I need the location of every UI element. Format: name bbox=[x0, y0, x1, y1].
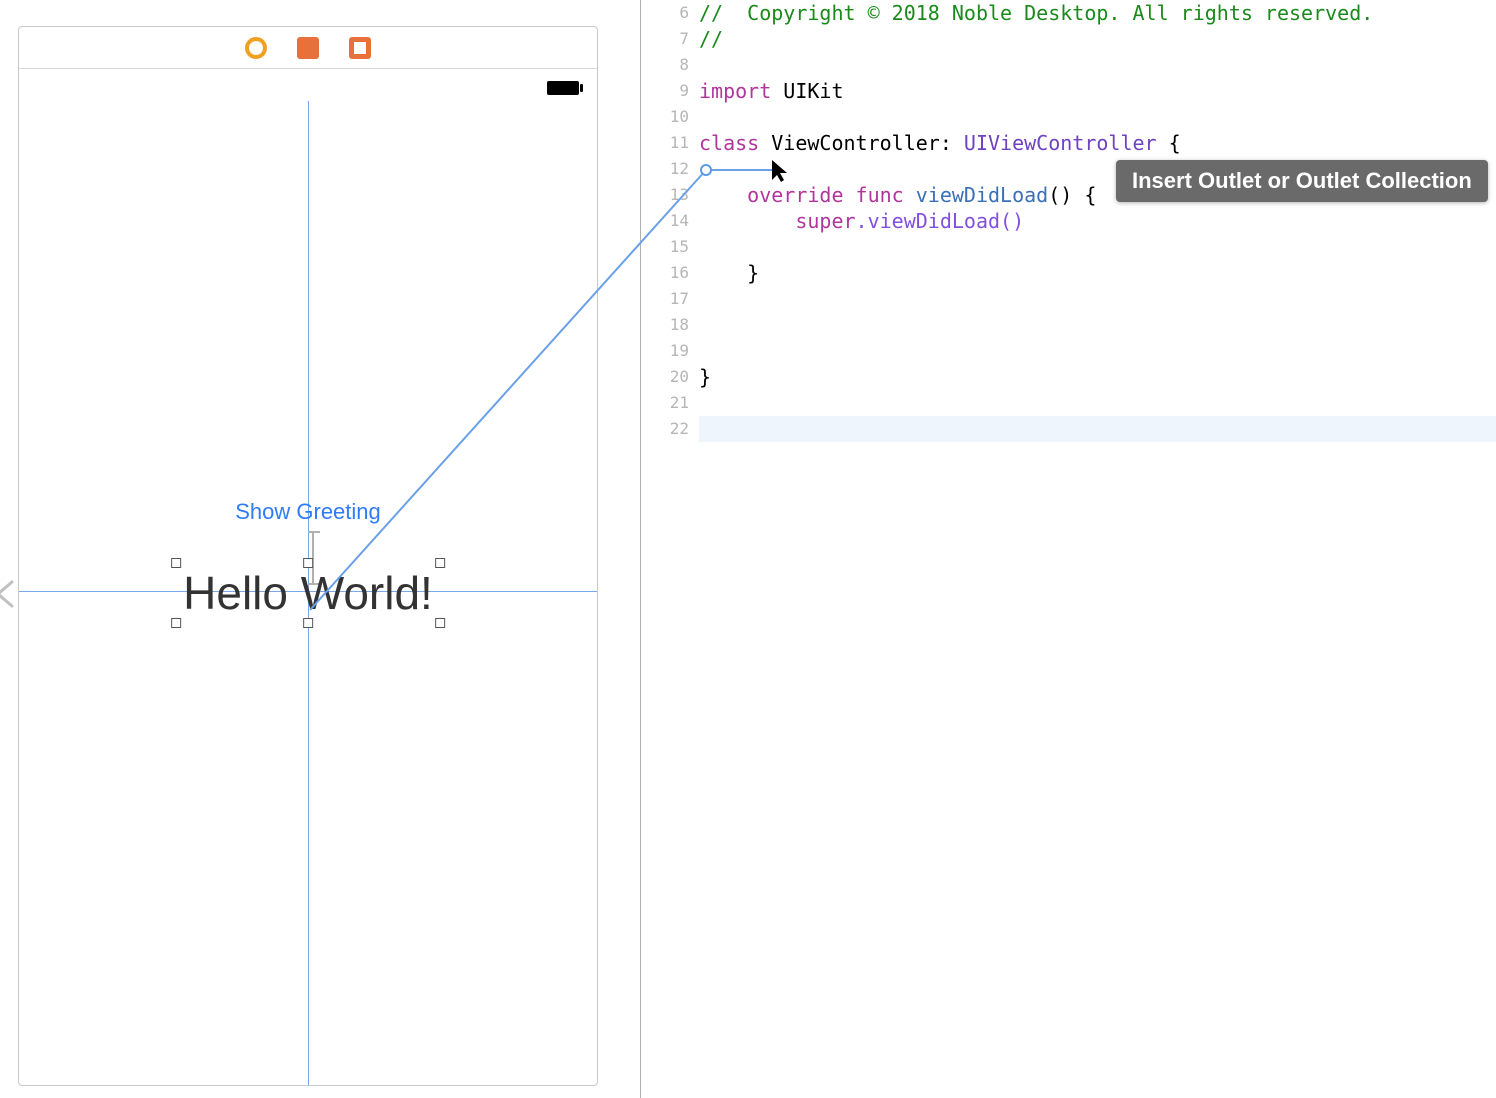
view-controller-icon[interactable] bbox=[243, 35, 269, 61]
line-number: 19 bbox=[641, 338, 699, 364]
code-line[interactable]: override func viewDidLoad() { bbox=[699, 182, 1496, 208]
line-number: 17 bbox=[641, 286, 699, 312]
line-number: 14 bbox=[641, 208, 699, 234]
status-bar bbox=[19, 69, 597, 101]
code-line[interactable] bbox=[699, 156, 1496, 182]
line-number: 20 bbox=[641, 364, 699, 390]
code-line[interactable] bbox=[699, 104, 1496, 130]
line-number: 7 bbox=[641, 26, 699, 52]
code-line[interactable]: class ViewController: UIViewController { bbox=[699, 130, 1496, 156]
line-number: 9 bbox=[641, 78, 699, 104]
code-line[interactable] bbox=[699, 390, 1496, 416]
line-number: 12 bbox=[641, 156, 699, 182]
code-line[interactable]: } bbox=[699, 364, 1496, 390]
line-number: 8 bbox=[641, 52, 699, 78]
code-line[interactable] bbox=[699, 312, 1496, 338]
resize-handle[interactable] bbox=[435, 558, 445, 568]
resize-handle[interactable] bbox=[435, 618, 445, 628]
resize-handle[interactable] bbox=[171, 618, 181, 628]
code-line[interactable] bbox=[699, 234, 1496, 260]
view-controller-scene[interactable]: Show Greeting Hello World! bbox=[18, 26, 598, 1086]
line-number: 6 bbox=[641, 0, 699, 26]
line-number: 15 bbox=[641, 234, 699, 260]
exit-icon[interactable] bbox=[347, 35, 373, 61]
resize-handle[interactable] bbox=[303, 558, 313, 568]
line-number: 10 bbox=[641, 104, 699, 130]
line-number: 22 bbox=[641, 416, 699, 442]
scene-dock[interactable] bbox=[19, 27, 597, 69]
source-editor[interactable]: // Copyright © 2018 Noble Desktop. All r… bbox=[699, 0, 1496, 1098]
assistant-editor[interactable]: 678910111213141516171819202122 // Copyri… bbox=[641, 0, 1496, 1098]
code-line[interactable] bbox=[699, 286, 1496, 312]
line-number: 11 bbox=[641, 130, 699, 156]
entry-point-arrow-icon bbox=[0, 576, 18, 612]
current-line-highlight bbox=[699, 416, 1496, 442]
code-line[interactable]: } bbox=[699, 260, 1496, 286]
show-greeting-button[interactable]: Show Greeting bbox=[235, 499, 381, 525]
line-number: 16 bbox=[641, 260, 699, 286]
code-line[interactable]: // bbox=[699, 26, 1496, 52]
resize-handle[interactable] bbox=[303, 618, 313, 628]
battery-icon bbox=[547, 81, 579, 95]
code-line[interactable] bbox=[699, 52, 1496, 78]
xcode-window: Show Greeting Hello World! 6789101112131… bbox=[0, 0, 1496, 1098]
interface-builder-canvas[interactable]: Show Greeting Hello World! bbox=[0, 0, 640, 1098]
code-line[interactable]: import UIKit bbox=[699, 78, 1496, 104]
label-text: Hello World! bbox=[179, 566, 437, 620]
code-line[interactable]: super.viewDidLoad() bbox=[699, 208, 1496, 234]
line-number: 13 bbox=[641, 182, 699, 208]
hello-world-label[interactable]: Hello World! bbox=[179, 566, 437, 620]
root-view[interactable]: Show Greeting Hello World! bbox=[19, 101, 597, 1085]
resize-handle[interactable] bbox=[171, 558, 181, 568]
first-responder-icon[interactable] bbox=[295, 35, 321, 61]
line-number-gutter: 678910111213141516171819202122 bbox=[641, 0, 699, 1098]
line-number: 18 bbox=[641, 312, 699, 338]
code-line[interactable]: // Copyright © 2018 Noble Desktop. All r… bbox=[699, 0, 1496, 26]
line-number: 21 bbox=[641, 390, 699, 416]
code-line[interactable] bbox=[699, 338, 1496, 364]
